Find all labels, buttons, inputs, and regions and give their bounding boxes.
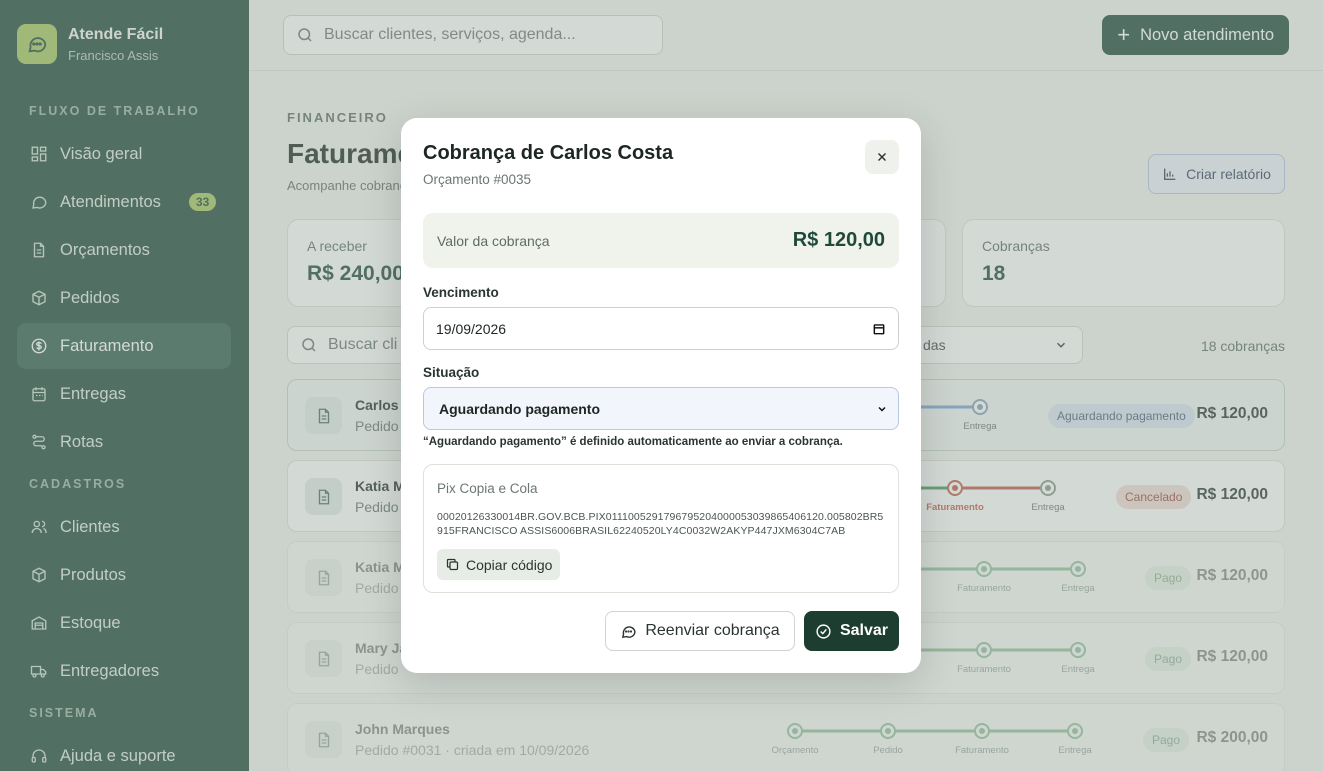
copy-code-label: Copiar código (466, 556, 553, 573)
copy-icon (446, 558, 459, 571)
save-button[interactable]: Salvar (804, 611, 899, 651)
charge-amount-label: Valor da cobrança (437, 232, 550, 249)
charge-modal: Cobrança de Carlos Costa Orçamento #0035… (401, 118, 921, 673)
charge-amount-box: Valor da cobrança R$ 120,00 (423, 213, 899, 268)
chevron-down-icon (878, 406, 886, 412)
calendar-icon[interactable] (872, 322, 886, 336)
status-select-value: Aguardando pagamento (439, 400, 601, 417)
status-hint: “Aguardando pagamento” é definido automa… (423, 436, 843, 448)
pix-label: Pix Copia e Cola (437, 481, 538, 496)
copy-code-button[interactable]: Copiar código (437, 549, 561, 580)
resend-charge-button[interactable]: Reenviar cobrança (605, 611, 795, 651)
modal-subtitle: Orçamento #0035 (423, 172, 532, 187)
modal-title: Cobrança de Carlos Costa (423, 142, 674, 164)
save-label: Salvar (839, 622, 889, 639)
resend-charge-label: Reenviar cobrança (645, 622, 780, 639)
due-date-input[interactable]: 19/09/2026 (423, 307, 899, 350)
check-circle-icon (816, 623, 831, 639)
charge-amount-value: R$ 120,00 (792, 229, 885, 251)
chat-icon (622, 625, 636, 638)
due-date-value: 19/09/2026 (436, 320, 507, 337)
close-button[interactable] (865, 140, 899, 174)
pix-code: 00020126330014BR.GOV.BCB.PIX011100529179… (437, 511, 884, 537)
status-label: Situação (423, 365, 480, 380)
status-select[interactable]: Aguardando pagamento (423, 387, 899, 430)
pix-box: Pix Copia e Cola 00020126330014BR.GOV.BC… (423, 464, 899, 593)
close-icon (877, 152, 887, 162)
due-date-label: Vencimento (423, 285, 499, 300)
